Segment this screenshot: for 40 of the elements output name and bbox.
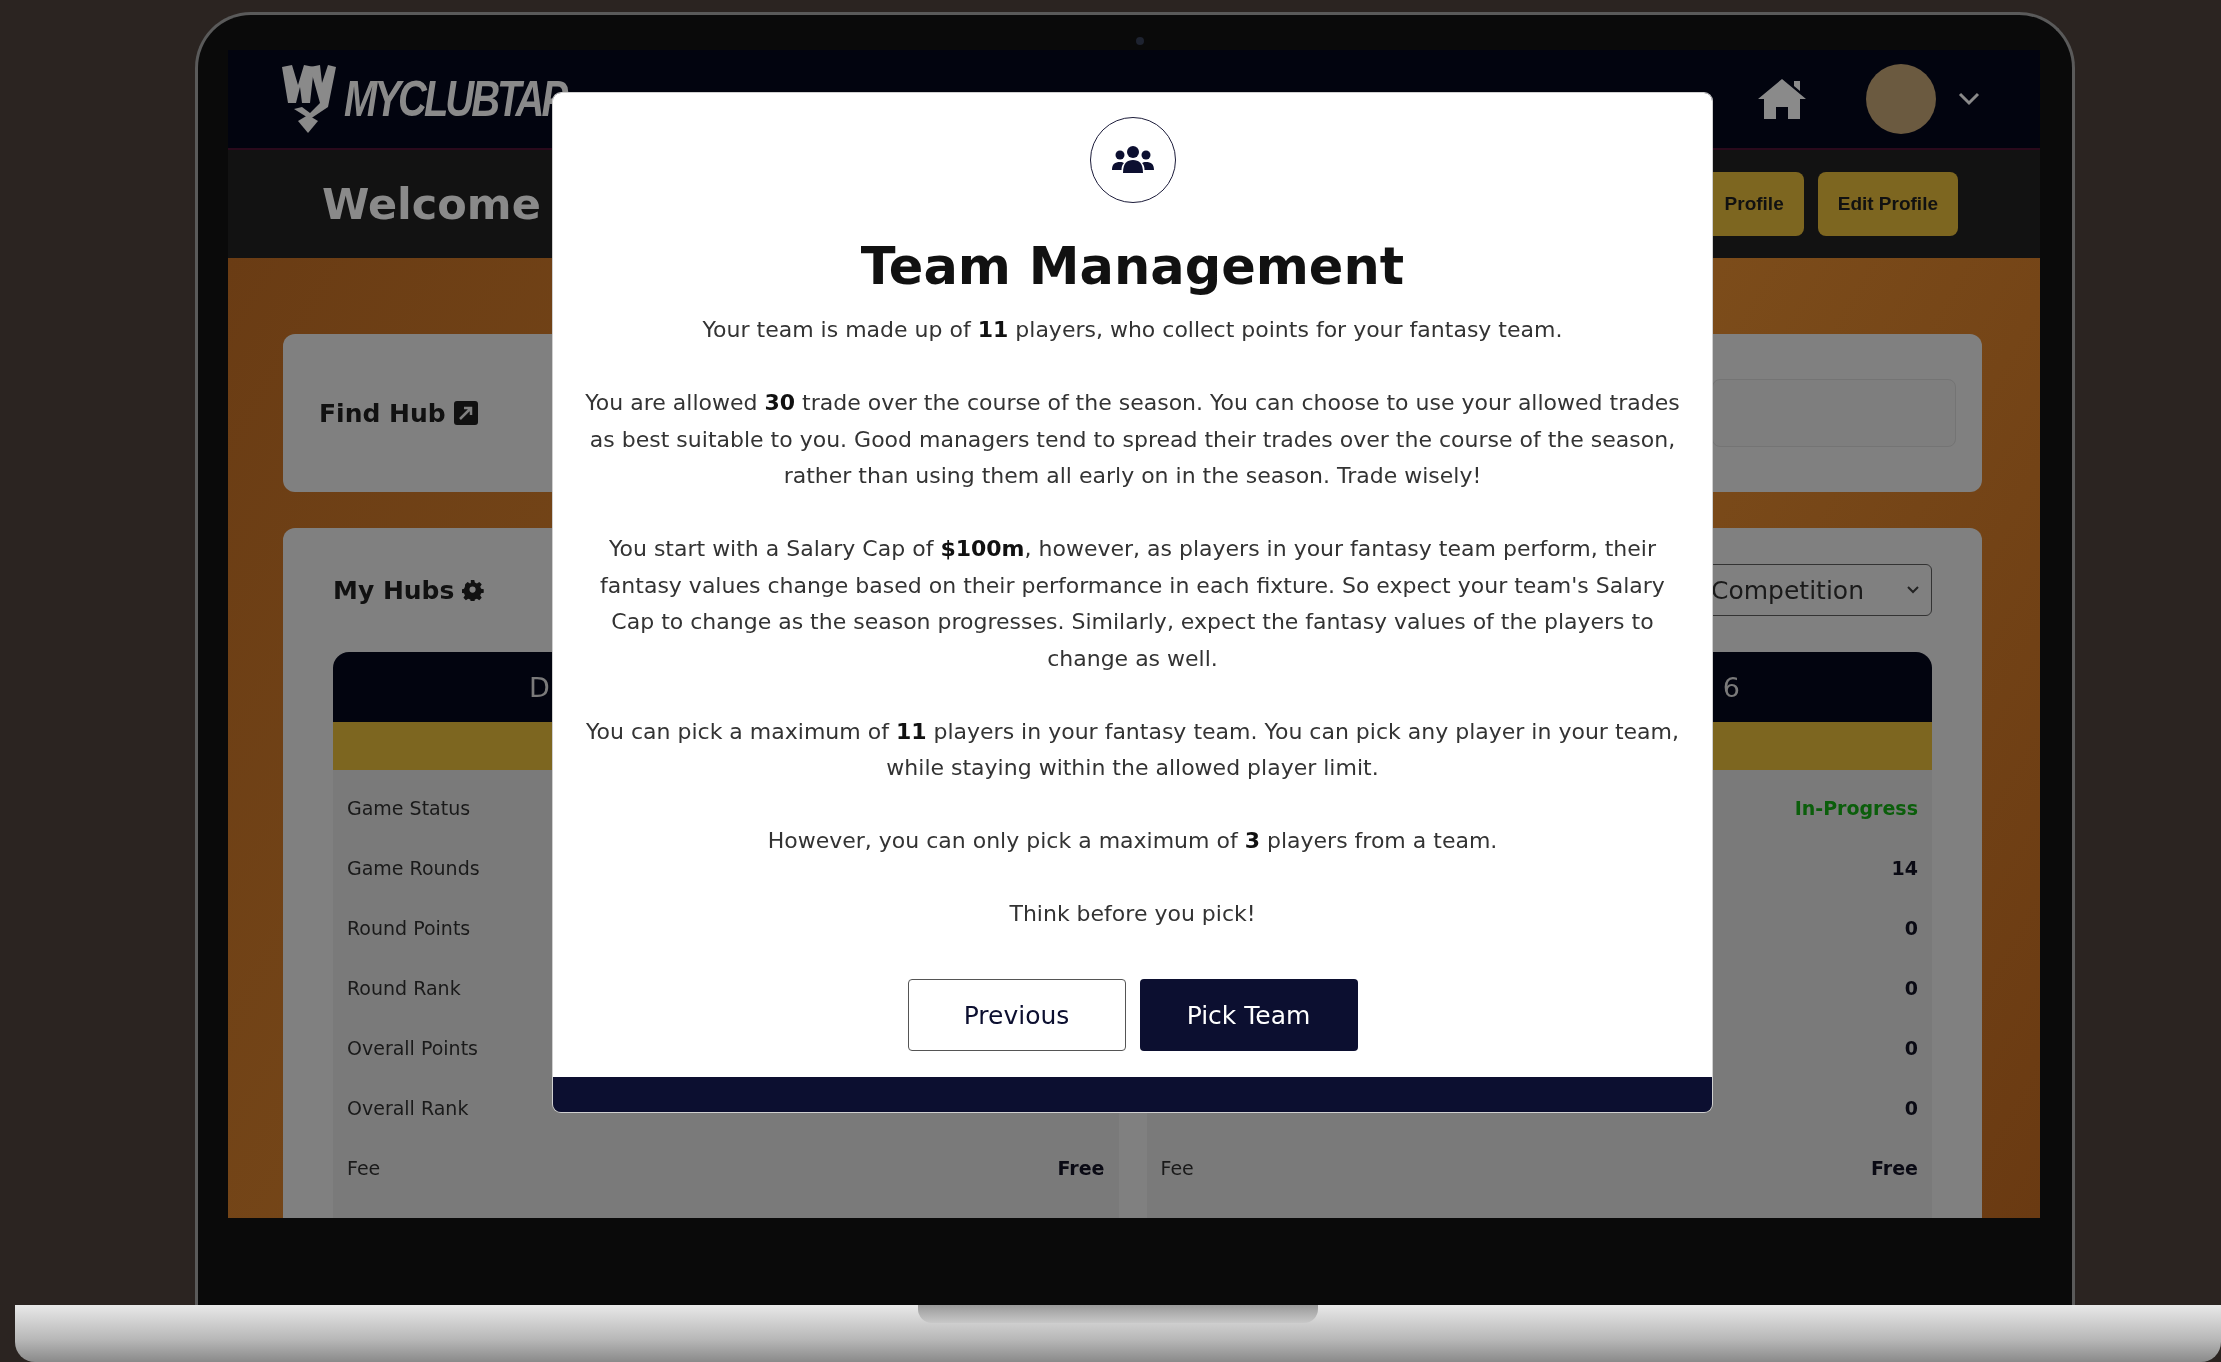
stat-label: Round Points xyxy=(347,917,471,939)
modal-paragraph: You are allowed 30 trade over the course of the season. You can choose to use your allowed trades as best suitable to you. Good managers tend to spread their trades over the course of the season, rather than using them all early on in the season. Trade wisely! xyxy=(584,389,1681,490)
users-icon xyxy=(1111,145,1154,175)
card-title: My Hubs xyxy=(333,575,455,605)
stat-value: Free xyxy=(1057,1157,1105,1179)
stat-value: 14 xyxy=(1891,857,1918,879)
stat-label: Overall Rank xyxy=(347,1097,469,1119)
modal-paragraph: You can pick a maximum of 11 players in your fantasy team. You can pick any player in your team, while staying within the allowed player limit. xyxy=(585,717,1680,782)
chevron-down-icon[interactable] xyxy=(1958,92,1980,106)
caret-icon xyxy=(1907,586,1919,594)
home-icon[interactable] xyxy=(1756,77,1808,121)
hub-card-title: D xyxy=(529,671,550,703)
stat-value: 0 xyxy=(1904,1097,1918,1119)
modal-title: Team Management xyxy=(860,237,1405,296)
settings-icon[interactable] xyxy=(462,579,485,601)
stat-label: Overall Points xyxy=(347,1037,478,1059)
stat-label: Fee xyxy=(347,1157,381,1179)
stat-label: Game Rounds xyxy=(347,857,480,879)
stat-value: 0 xyxy=(1904,1037,1918,1059)
modal-paragraph: Think before you pick! xyxy=(1008,900,1257,928)
previous-button[interactable]: Previous xyxy=(907,979,1126,1051)
shield-logo-icon xyxy=(280,63,336,135)
hub-card-title: 6 xyxy=(1722,671,1740,703)
modal-paragraph: Your team is made up of 11 players, who collect points for your fantasy team. xyxy=(701,316,1564,344)
stat-label: Game Status xyxy=(347,797,471,819)
modal-paragraph: You start with a Salary Cap of $100m, however, as players in your fantasy team perform, their fantasy values change based on their performance in each fixture. So expect your team's Salary Cap to change as the season progresses. Similarly, expect the fantasy values of the players to change as well. xyxy=(599,535,1666,673)
external-link-icon[interactable] xyxy=(453,401,478,425)
search-field[interactable] xyxy=(1712,379,1956,447)
stat-label: Fee xyxy=(1160,1157,1194,1179)
camera-dot xyxy=(1136,37,1144,45)
stat-value: Free xyxy=(1871,1157,1918,1179)
pick-team-button[interactable]: Pick Team xyxy=(1139,979,1358,1051)
welcome-heading: Welcome xyxy=(322,179,542,229)
status-value: In-Progress xyxy=(1794,797,1918,819)
stat-value: 0 xyxy=(1904,917,1918,939)
stat-label: Round Rank xyxy=(347,977,461,999)
card-title: Find Hub xyxy=(319,398,446,428)
edit-profile-button[interactable]: Edit Profile xyxy=(1817,172,1958,236)
stat-value: 0 xyxy=(1904,977,1918,999)
modal-paragraph: However, you can only pick a maximum of 3 players from a team. xyxy=(766,827,1499,855)
